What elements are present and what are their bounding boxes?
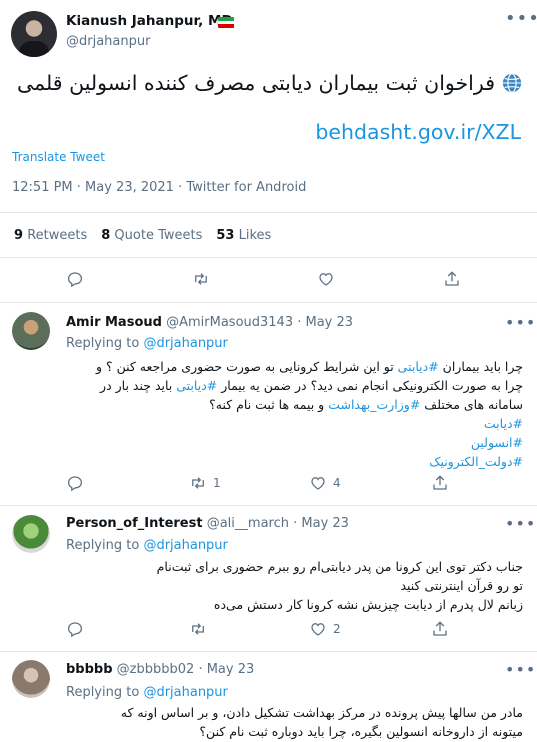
- reply-line: تو رو قرآن اینترنتی کنید: [400, 578, 523, 593]
- reply-line: چرا به صورت الکترونیکی انجام نمی دید؟ در…: [100, 378, 523, 393]
- like-icon: [311, 623, 325, 636]
- reply-author-name[interactable]: Amir Masoud: [66, 315, 162, 330]
- divider: [0, 212, 537, 213]
- reply-text: جناب دکتر توی این کرونا من پدر دیابتی‌ام…: [53, 557, 523, 614]
- hashtag-link[interactable]: #دولت_الکترونیک: [429, 454, 523, 469]
- like-count: 2: [333, 622, 341, 636]
- reply-line: سامانه های مختلف #وزارت_بهداشت و بیمه ها…: [209, 397, 523, 412]
- author-avatar[interactable]: [11, 11, 57, 57]
- hashtag-link[interactable]: #انسولین: [471, 435, 523, 450]
- reply-line: میتونه از داروخانه انسولین بگیره، چرا با…: [199, 724, 523, 739]
- share-icon: [433, 475, 447, 490]
- like-icon: [311, 477, 325, 490]
- tweet-text-content: فراخوان ثبت بیماران دیابتی مصرف کننده ان…: [17, 71, 495, 95]
- reply-author-handle[interactable]: @AmirMasoud3143: [166, 315, 293, 330]
- like-button[interactable]: [317, 270, 335, 288]
- translate-tweet-link[interactable]: Translate Tweet: [12, 150, 105, 164]
- reply-icon: [67, 476, 83, 492]
- like-button[interactable]: 2: [309, 620, 341, 638]
- tweet-link[interactable]: behdasht.gov.ir/XZL: [315, 120, 521, 144]
- reply-line: جناب دکتر توی این کرونا من پدر دیابتی‌ام…: [156, 559, 523, 574]
- more-icon[interactable]: •••: [505, 660, 536, 679]
- reply-author-line: bbbbb @zbbbbb02 · May 23: [66, 662, 254, 677]
- reply-icon: [67, 272, 83, 288]
- reply-author-name[interactable]: Person_of_Interest: [66, 516, 203, 531]
- reply-icon: [67, 622, 83, 638]
- retweet-icon: [192, 477, 204, 489]
- reply-text: مادر من سالها پیش پرونده در مرکز بهداشت …: [53, 703, 523, 741]
- retweet-count: 1: [213, 476, 221, 490]
- reply-author-handle[interactable]: @ali__march: [207, 516, 289, 531]
- reply-line: #دولت_الکترونیک: [53, 452, 523, 471]
- reply-line: مادر من سالها پیش پرونده در مرکز بهداشت …: [120, 705, 523, 720]
- retweet-button[interactable]: 1: [189, 474, 221, 492]
- hashtag-link[interactable]: #دیابتی: [398, 359, 439, 374]
- reply-line: چرا باید بیماران #دیابتی تو این شرایط کر…: [95, 359, 523, 374]
- reply-text: چرا باید بیماران #دیابتی تو این شرایط کر…: [53, 357, 523, 471]
- replying-to: Replying to @drjahanpur: [66, 336, 228, 351]
- reply-line: زبانم لال پدرم از دیابت چیزیش نشه کرونا …: [213, 597, 523, 612]
- likes-stat[interactable]: 53 Likes: [216, 228, 271, 243]
- iran-flag-icon: [218, 17, 234, 28]
- replying-to: Replying to @drjahanpur: [66, 538, 228, 553]
- quote-tweets-stat[interactable]: 8 Quote Tweets: [101, 228, 202, 243]
- reply-author-handle[interactable]: @zbbbbb02: [117, 662, 195, 677]
- hashtag-link[interactable]: #دیابتی: [176, 378, 217, 393]
- more-icon[interactable]: •••: [505, 514, 536, 533]
- reply-date[interactable]: · May 23: [293, 516, 349, 531]
- divider: [0, 257, 537, 258]
- like-button[interactable]: 4: [309, 474, 341, 492]
- reply-button[interactable]: [66, 270, 84, 288]
- reply-date[interactable]: · May 23: [198, 662, 254, 677]
- reply-avatar[interactable]: [12, 515, 50, 553]
- tweet-timestamp[interactable]: 12:51 PM · May 23, 2021 · Twitter for An…: [12, 180, 306, 195]
- globe-icon: [502, 73, 522, 93]
- share-button[interactable]: [431, 474, 449, 492]
- tweet-stats: 9 Retweets 8 Quote Tweets 53 Likes: [14, 228, 271, 243]
- retweets-stat[interactable]: 9 Retweets: [14, 228, 87, 243]
- reply-author-name[interactable]: bbbbb: [66, 662, 113, 677]
- tweet-text: فراخوان ثبت بیماران دیابتی مصرف کننده ان…: [17, 71, 523, 95]
- reply-line: #دیابت: [53, 414, 523, 433]
- divider: [0, 302, 537, 303]
- divider: [0, 505, 537, 506]
- author-handle[interactable]: @drjahanpur: [66, 34, 150, 49]
- share-button[interactable]: [431, 620, 449, 638]
- retweet-button[interactable]: [192, 270, 210, 288]
- share-icon: [445, 271, 459, 286]
- reply-avatar[interactable]: [12, 660, 50, 698]
- replying-to-handle[interactable]: @drjahanpur: [143, 685, 227, 700]
- replying-to: Replying to @drjahanpur: [66, 685, 228, 700]
- hashtag-link[interactable]: #وزارت_بهداشت: [328, 397, 420, 412]
- hashtag-link[interactable]: #دیابت: [484, 416, 523, 431]
- more-icon[interactable]: •••: [505, 313, 536, 332]
- reply-date[interactable]: · May 23: [297, 315, 353, 330]
- retweet-button[interactable]: [189, 620, 207, 638]
- reply-line: #انسولین: [53, 433, 523, 452]
- reply-button[interactable]: [66, 620, 84, 638]
- share-icon: [433, 621, 447, 636]
- share-button[interactable]: [443, 270, 461, 288]
- more-icon[interactable]: •••: [505, 8, 537, 29]
- author-name[interactable]: Kianush Jahanpur, MD: [66, 13, 233, 29]
- reply-author-line: Person_of_Interest @ali__march · May 23: [66, 516, 349, 531]
- like-count: 4: [333, 476, 341, 490]
- divider: [0, 651, 537, 652]
- replying-to-handle[interactable]: @drjahanpur: [143, 336, 227, 351]
- retweet-icon: [192, 623, 204, 635]
- retweet-icon: [195, 273, 207, 285]
- reply-author-line: Amir Masoud @AmirMasoud3143 · May 23: [66, 315, 353, 330]
- replying-to-handle[interactable]: @drjahanpur: [143, 538, 227, 553]
- reply-avatar[interactable]: [12, 312, 50, 350]
- like-icon: [319, 273, 333, 286]
- reply-button[interactable]: [66, 474, 84, 492]
